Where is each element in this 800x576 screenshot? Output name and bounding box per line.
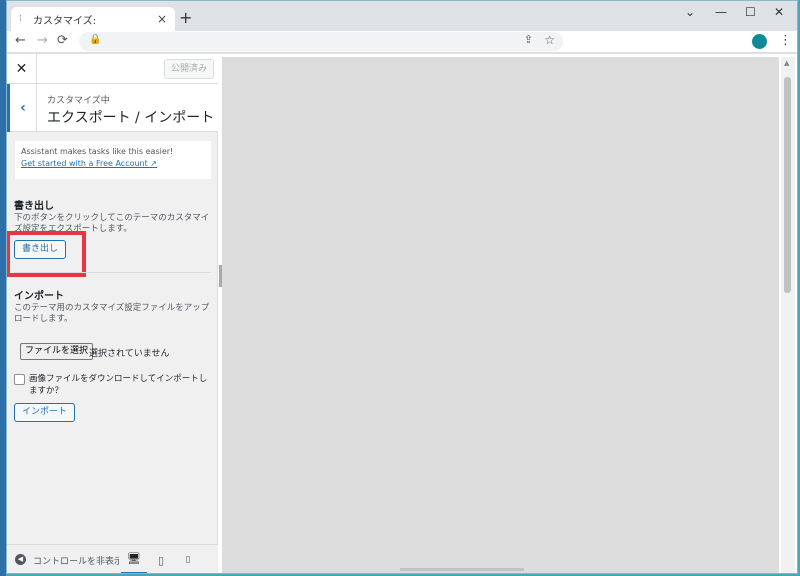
download-images-checkbox[interactable] — [14, 374, 25, 385]
scrollbar-thumb[interactable] — [784, 77, 791, 293]
favicon-icon: ⁞ — [19, 14, 22, 24]
section-divider — [14, 272, 211, 273]
vertical-scrollbar[interactable]: ▲ — [781, 57, 795, 573]
notice-link[interactable]: Get started with a Free Account ↗ — [21, 159, 205, 168]
browser-tab[interactable]: ⁞ カスタマイズ: × — [11, 7, 175, 31]
tablet-preview-icon[interactable]: ▯ — [148, 545, 174, 573]
close-customizer-button[interactable]: ✕ — [7, 54, 37, 84]
tab-title: カスタマイズ: — [33, 15, 97, 27]
customizer-sidebar: ✕ 公開済み ‹ カスタマイズ中 エクスポート / インポート Assistan… — [7, 54, 218, 573]
panel-title: エクスポート / インポート — [47, 110, 212, 126]
collapse-icon[interactable]: ◀ — [15, 554, 26, 565]
maximize-button[interactable]: ☐ — [745, 5, 756, 19]
import-button[interactable]: インポート — [14, 403, 76, 422]
tab-strip: ⁞ カスタマイズ: × + ⌄ — ☐ ✕ — [7, 1, 797, 31]
scroll-up-icon[interactable]: ▲ — [784, 59, 789, 67]
browser-toolbar: ← → ⟳ 🔒 ⇪ ☆ ⋮ — [7, 31, 797, 53]
minimize-button[interactable]: — — [715, 5, 727, 19]
desktop-preview-icon[interactable]: 🖥 — [121, 545, 147, 573]
site-preview — [222, 57, 779, 573]
panel-title-bar: ‹ カスタマイズ中 エクスポート / インポート — [7, 84, 218, 132]
profile-avatar[interactable] — [752, 34, 767, 49]
assistant-notice: Assistant makes tasks like this easier! … — [15, 141, 211, 179]
download-images-label[interactable]: 画像ファイルをダウンロードしてインポートしますか？ — [29, 373, 214, 397]
import-description: このテーマ用のカスタマイズ設定ファイルをアップロードします。 — [14, 303, 210, 324]
browser-window: ⁞ カスタマイズ: × + ⌄ — ☐ ✕ ← → ⟳ 🔒 ⇪ ☆ ⋮ ✕ 公開… — [6, 0, 798, 574]
tab-close-icon[interactable]: × — [157, 12, 167, 26]
lock-icon: 🔒 — [89, 34, 102, 45]
back-arrow-icon[interactable]: ← — [15, 33, 26, 48]
page-content: ✕ 公開済み ‹ カスタマイズ中 エクスポート / インポート Assistan… — [7, 54, 797, 573]
browser-menu-icon[interactable]: ⋮ — [779, 33, 792, 48]
collapse-controls-label[interactable]: コントロールを非表示 — [33, 554, 119, 567]
publish-button[interactable]: 公開済み — [163, 59, 214, 79]
new-tab-button[interactable]: + — [179, 8, 192, 27]
file-status: 選択されていません — [89, 349, 170, 359]
customizer-footer: ◀ コントロールを非表示 🖥 ▯ ▯ — [7, 544, 218, 573]
minimize-icon[interactable]: ⌄ — [685, 5, 695, 19]
file-select-button[interactable]: ファイルを選択 — [20, 343, 94, 360]
mobile-preview-icon[interactable]: ▯ — [175, 545, 201, 573]
share-icon[interactable]: ⇪ — [524, 33, 533, 46]
bookmark-star-icon[interactable]: ☆ — [544, 33, 555, 47]
import-heading: インポート — [14, 291, 64, 302]
reload-icon[interactable]: ⟳ — [57, 33, 68, 48]
back-chevron-icon[interactable]: ‹ — [7, 84, 37, 132]
address-bar[interactable]: 🔒 ⇪ ☆ — [79, 32, 563, 51]
export-description: 下のボタンをクリックしてこのテーマのカスタマイズ設定をエクスポートします。 — [14, 213, 210, 234]
horizontal-scrollbar[interactable] — [400, 568, 524, 571]
export-heading: 書き出し — [14, 201, 54, 212]
breadcrumb: カスタマイズ中 — [47, 96, 110, 106]
customizer-header: ✕ 公開済み — [7, 54, 218, 84]
export-button[interactable]: 書き出し — [14, 240, 67, 259]
close-window-button[interactable]: ✕ — [774, 5, 784, 19]
forward-arrow-icon[interactable]: → — [37, 33, 48, 48]
notice-text: Assistant makes tasks like this easier! — [21, 147, 174, 156]
